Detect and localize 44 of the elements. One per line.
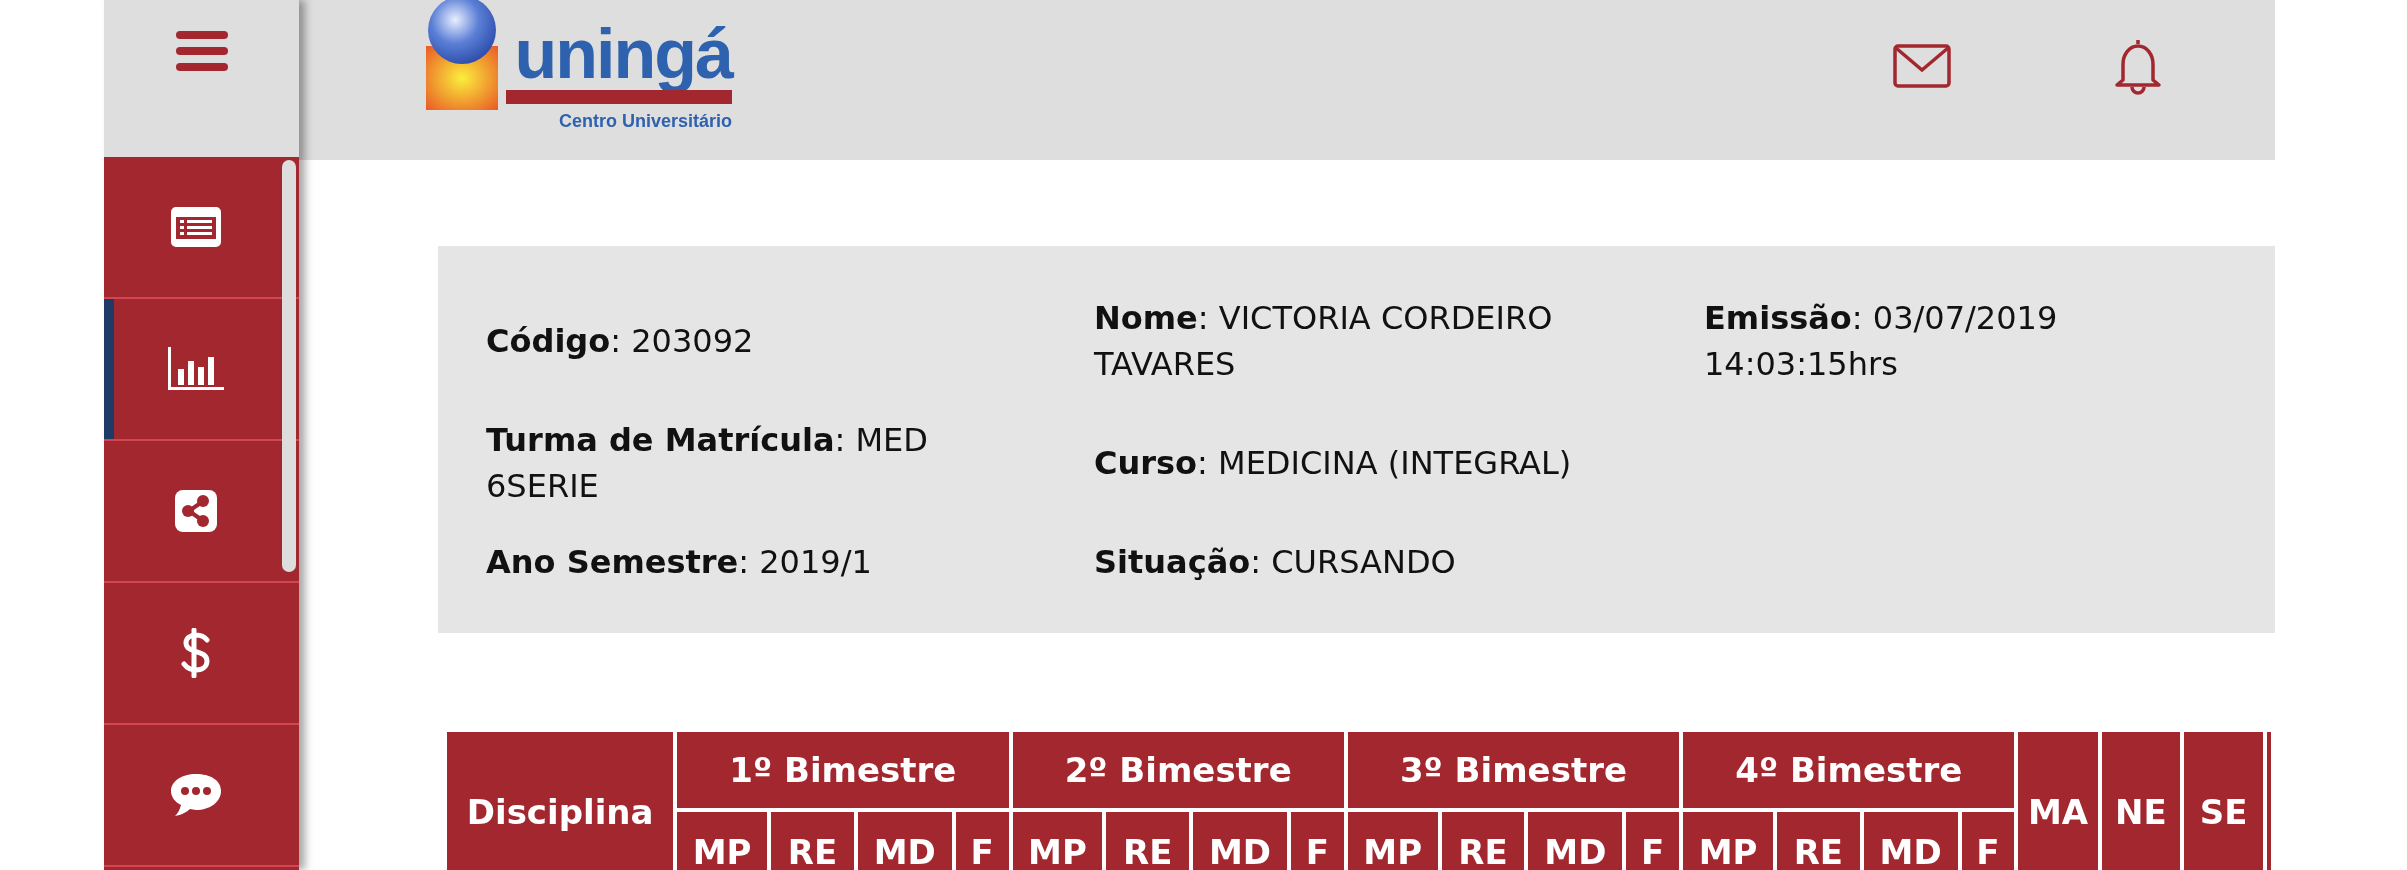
sidebar-item[interactable] [104, 725, 299, 867]
column-header: MA [2016, 730, 2100, 870]
column-group-header: 1º Bimestre [675, 730, 1011, 810]
info-field: Emissão: 03/07/2019 14:03:15hrs [1704, 295, 2204, 387]
column-header: NE [2099, 730, 2183, 870]
mail-icon[interactable] [1893, 44, 1951, 88]
info-field: Curso: MEDICINA (INTEGRAL) [1094, 440, 1704, 486]
column-header: MP [675, 810, 770, 870]
column-header: F [1624, 810, 1682, 870]
bar-chart-icon [167, 347, 224, 391]
dollar-icon [180, 628, 211, 678]
column-header: MD [1191, 810, 1289, 870]
column-group-header: 2º Bimestre [1010, 730, 1346, 810]
column-header: MD [1526, 810, 1625, 870]
column-group-header: 3º Bimestre [1345, 730, 1682, 810]
column-header: MP [1345, 810, 1440, 870]
scrollbar-thumb[interactable] [282, 160, 296, 572]
column-header: RE [1439, 810, 1527, 870]
chat-bubble-icon [170, 774, 221, 816]
info-field: Situação: CURSANDO [1094, 539, 1704, 585]
info-field: Código: 203092 [486, 318, 1094, 364]
column-header: MP [1010, 810, 1105, 870]
column-header: RE [1774, 810, 1862, 870]
list-card-icon [170, 207, 221, 247]
column-header: MP [1681, 810, 1775, 870]
column-header: RE [769, 810, 856, 870]
column-header: Disciplina [445, 730, 676, 870]
column-header: MD [1861, 810, 1960, 870]
sidebar-item[interactable] [104, 157, 299, 299]
sidebar-item[interactable] [104, 441, 299, 583]
logo-tagline: Centro Universitário [558, 110, 732, 132]
sidebar-item[interactable] [104, 583, 299, 725]
sidebar-item[interactable] [104, 299, 299, 441]
column-header: RE [1104, 810, 1192, 870]
column-header: SE [2182, 730, 2265, 870]
menu-icon[interactable] [175, 28, 228, 73]
column-header: F [953, 810, 1011, 870]
info-field: Turma de Matrícula: MED 6SERIE [486, 417, 1094, 509]
info-field: Ano Semestre: 2019/1 [486, 539, 1094, 585]
column-header: F [1288, 810, 1346, 870]
column-header: MD [855, 810, 954, 870]
share-icon [174, 490, 217, 532]
info-field: Nome: VICTORIA CORDEIRO TAVARES [1094, 295, 1704, 387]
column-group-header: 4º Bimestre [1681, 730, 2017, 810]
